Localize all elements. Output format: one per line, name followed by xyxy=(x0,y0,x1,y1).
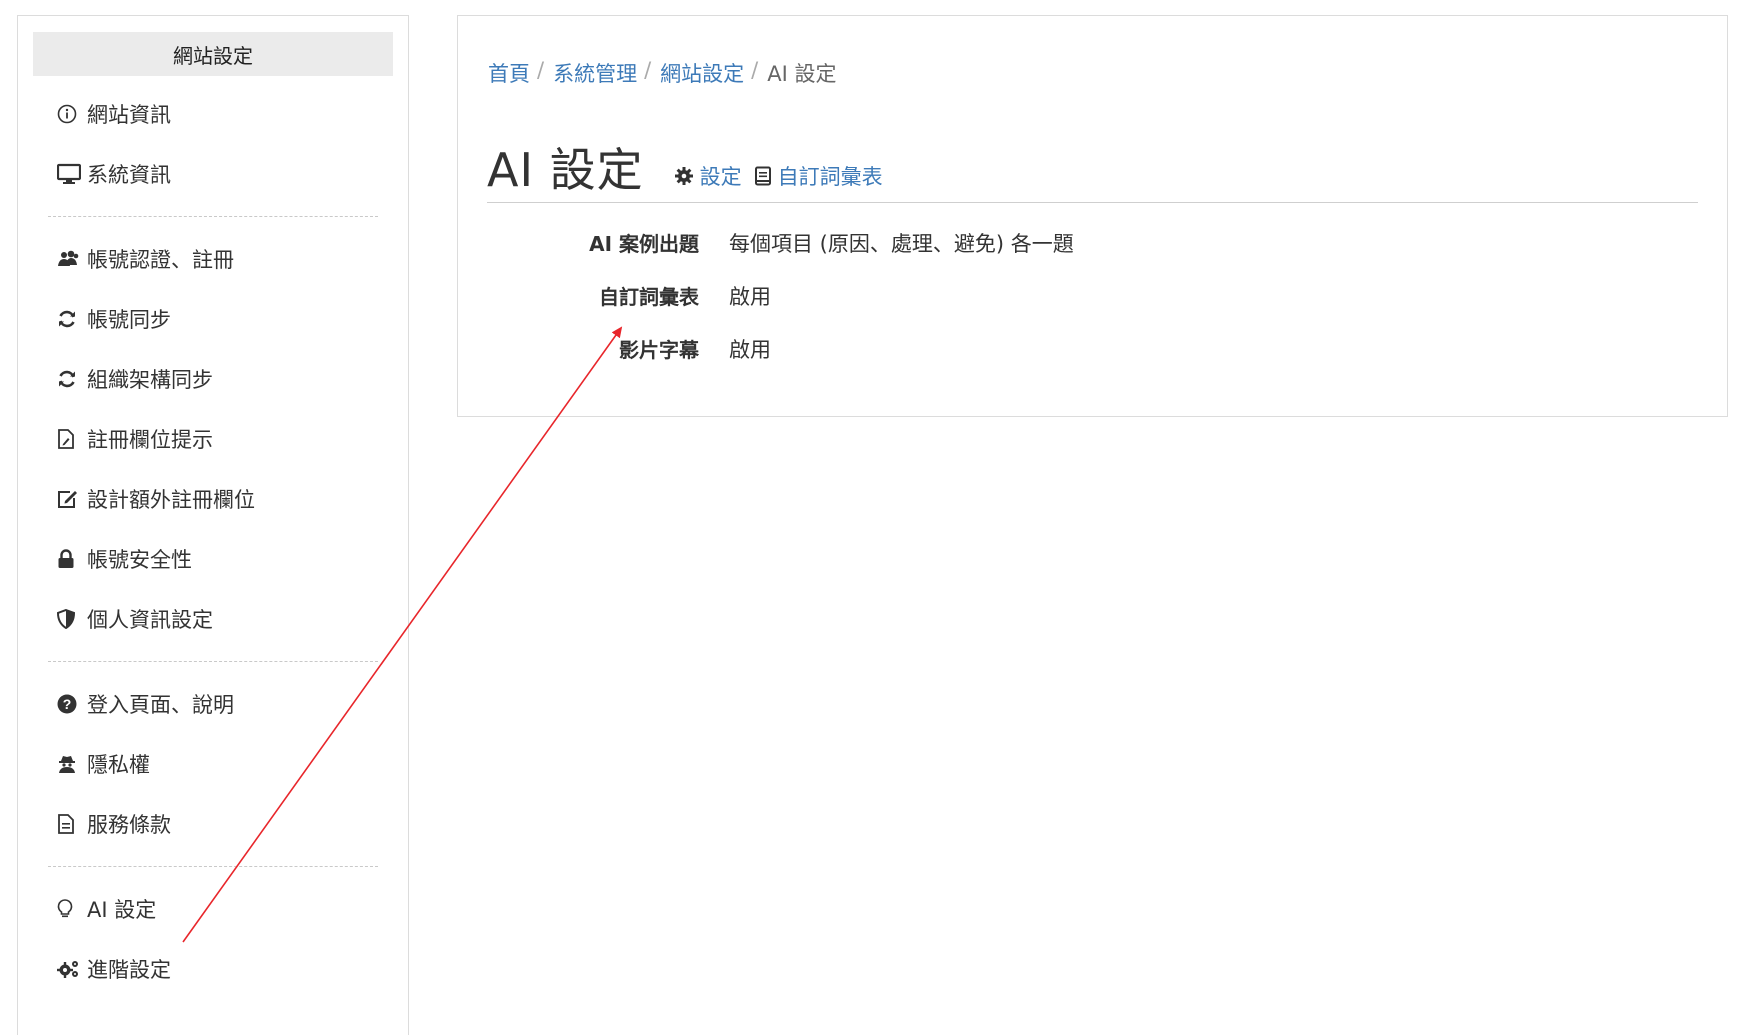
sidebar-item-personal-info[interactable]: 個人資訊設定 xyxy=(18,589,408,649)
sidebar-item-org-sync[interactable]: 組織架構同步 xyxy=(18,349,408,409)
page-title: AI 設定 xyxy=(487,143,644,197)
setting-key: 自訂詞彙表 xyxy=(599,285,699,309)
desktop-icon xyxy=(57,162,83,186)
setting-value: 每個項目 (原因、處理、避免) 各一題 xyxy=(729,232,1074,256)
setting-value: 啟用 xyxy=(729,338,771,362)
gear-icon xyxy=(674,167,693,185)
sidebar-item-label: 登入頁面、說明 xyxy=(87,693,234,717)
breadcrumb-separator: / xyxy=(751,58,759,82)
sidebar-item-ai-settings[interactable]: AI 設定 xyxy=(18,879,408,939)
sidebar-item-account-security[interactable]: 帳號安全性 xyxy=(18,529,408,589)
sidebar-item-label: 帳號同步 xyxy=(87,308,171,332)
sidebar-item-extra-fields[interactable]: 設計額外註冊欄位 xyxy=(18,469,408,529)
sidebar-item-label: AI 設定 xyxy=(87,898,157,922)
sidebar-item-label: 隱私權 xyxy=(87,753,150,777)
title-row: AI 設定 設定 自訂詞彙表 xyxy=(487,134,895,200)
sidebar-item-system-info[interactable]: 系統資訊 xyxy=(18,144,408,204)
sidebar-item-label: 服務條款 xyxy=(87,813,171,837)
question-circle-icon: ? xyxy=(57,692,83,716)
breadcrumb: 首頁 / 系統管理 / 網站設定 / AI 設定 xyxy=(488,58,836,88)
sidebar-item-label: 進階設定 xyxy=(87,958,171,982)
setting-row: 影片字幕 啟用 xyxy=(487,334,1074,387)
glossary-link-label: 自訂詞彙表 xyxy=(777,165,883,189)
book-icon xyxy=(754,166,771,186)
main-panel: 首頁 / 系統管理 / 網站設定 / AI 設定 AI 設定 設定 自訂詞彙表 … xyxy=(457,15,1728,417)
sidebar-divider xyxy=(48,866,378,867)
sync-icon xyxy=(57,307,83,331)
sidebar-item-label: 註冊欄位提示 xyxy=(87,428,213,452)
sidebar-item-terms[interactable]: 服務條款 xyxy=(18,794,408,854)
lock-icon xyxy=(57,547,83,571)
breadcrumb-separator: / xyxy=(644,58,652,82)
lightbulb-icon xyxy=(57,897,83,921)
sidebar-item-label: 設計額外註冊欄位 xyxy=(87,488,255,512)
glossary-link[interactable]: 自訂詞彙表 xyxy=(754,161,883,191)
sidebar: 網站設定 網站資訊 系統資訊 帳號認證、註冊 帳號同步 組織架構同步 註冊欄位提… xyxy=(17,15,409,1035)
setting-key: 影片字幕 xyxy=(619,338,699,362)
settings-link-label: 設定 xyxy=(699,165,742,189)
settings-link[interactable]: 設定 xyxy=(674,161,742,191)
svg-text:?: ? xyxy=(63,696,72,712)
sidebar-item-label: 系統資訊 xyxy=(87,163,171,187)
sidebar-item-label: 網站資訊 xyxy=(87,103,171,127)
setting-row: AI 案例出題 每個項目 (原因、處理、避免) 各一題 xyxy=(487,228,1074,281)
setting-value: 啟用 xyxy=(729,285,771,309)
setting-row: 自訂詞彙表 啟用 xyxy=(487,281,1074,334)
file-text-icon xyxy=(57,812,83,836)
sidebar-title: 網站設定 xyxy=(33,32,393,76)
sidebar-item-label: 個人資訊設定 xyxy=(87,608,213,632)
breadcrumb-current: AI 設定 xyxy=(767,62,837,86)
sidebar-item-account-auth[interactable]: 帳號認證、註冊 xyxy=(18,229,408,289)
title-divider xyxy=(487,202,1698,203)
sidebar-item-privacy[interactable]: 隱私權 xyxy=(18,734,408,794)
sidebar-item-account-sync[interactable]: 帳號同步 xyxy=(18,289,408,349)
sidebar-item-label: 帳號認證、註冊 xyxy=(87,248,234,272)
edit-icon xyxy=(57,487,83,511)
file-signature-icon xyxy=(57,427,83,451)
breadcrumb-site-settings[interactable]: 網站設定 xyxy=(660,58,744,88)
sidebar-divider xyxy=(48,661,378,662)
sidebar-item-register-field-hint[interactable]: 註冊欄位提示 xyxy=(18,409,408,469)
sidebar-item-login-page[interactable]: ? 登入頁面、說明 xyxy=(18,674,408,734)
sidebar-item-label: 帳號安全性 xyxy=(87,548,192,572)
setting-key: AI 案例出題 xyxy=(589,232,699,256)
user-secret-icon xyxy=(57,752,83,776)
breadcrumb-separator: / xyxy=(537,58,545,82)
settings-list: AI 案例出題 每個項目 (原因、處理、避免) 各一題 自訂詞彙表 啟用 影片字… xyxy=(487,228,1074,387)
breadcrumb-home[interactable]: 首頁 xyxy=(488,58,530,88)
info-circle-icon xyxy=(57,102,83,126)
sync-icon xyxy=(57,367,83,391)
breadcrumb-system-admin[interactable]: 系統管理 xyxy=(553,58,637,88)
sidebar-item-site-info[interactable]: 網站資訊 xyxy=(18,84,408,144)
sidebar-item-label: 組織架構同步 xyxy=(87,368,213,392)
users-icon xyxy=(57,247,83,271)
sidebar-divider xyxy=(48,216,378,217)
shield-icon xyxy=(57,607,83,631)
sidebar-item-advanced[interactable]: 進階設定 xyxy=(18,939,408,999)
cogs-icon xyxy=(57,957,83,981)
